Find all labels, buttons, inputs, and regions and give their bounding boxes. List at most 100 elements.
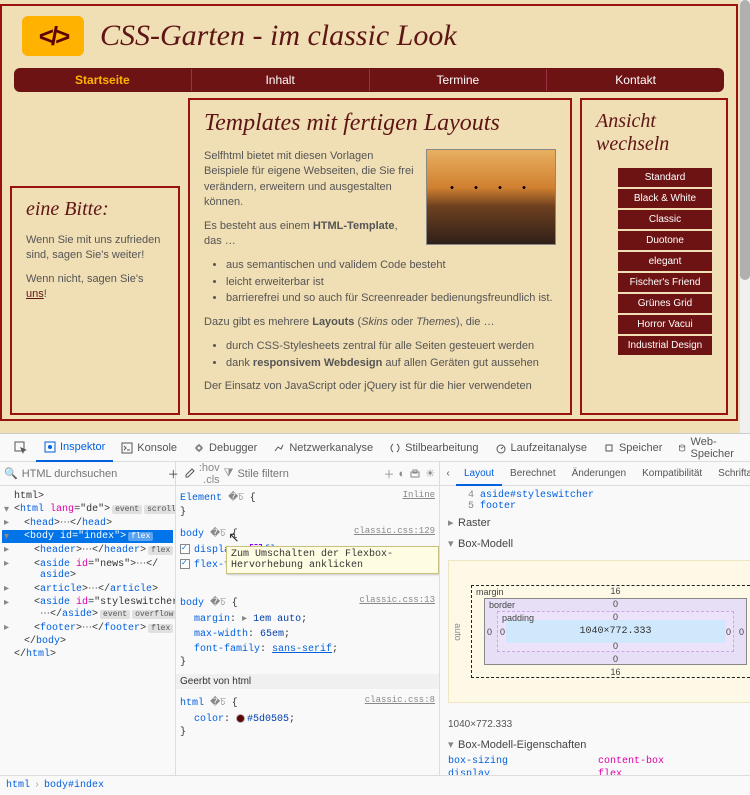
property-checkbox[interactable] — [180, 544, 190, 554]
contact-link[interactable]: uns — [26, 288, 44, 300]
tooltip: Zum Umschalten der Flexbox-Hervorhebung … — [226, 546, 439, 574]
main-nav: Startseite Inhalt Termine Kontakt — [14, 68, 724, 92]
dom-tree[interactable]: html>▾<html lang="de">eventscroll▸<head>… — [0, 486, 175, 775]
print-media-icon[interactable] — [409, 468, 421, 480]
nav-startseite[interactable]: Startseite — [14, 69, 192, 91]
tab-compat[interactable]: Kompatibilität — [634, 462, 710, 486]
theme-option[interactable]: Classic — [618, 210, 712, 229]
dom-node[interactable]: </body> — [2, 635, 173, 648]
css-selector[interactable]: body — [180, 529, 204, 540]
dom-node[interactable]: ▾<body id="index">flex — [2, 530, 173, 543]
theme-option[interactable]: elegant — [618, 252, 712, 271]
list-item[interactable]: 4aside#styleswitcher — [448, 490, 750, 501]
color-scheme-icon[interactable]: ☀ — [425, 467, 435, 480]
boxmodel-accordion[interactable]: ▾Box-Modell — [448, 533, 750, 554]
rule-source-link[interactable]: classic.css:129 — [354, 526, 435, 536]
css-selector[interactable]: html — [180, 698, 204, 709]
feature-list: aus semantischen und validem Code besteh… — [204, 257, 556, 307]
box-model-prop[interactable]: box-sizingcontent-box — [448, 755, 750, 768]
search-icon: 🔍 — [4, 467, 18, 480]
element-picker-icon[interactable] — [6, 434, 36, 462]
boxprops-accordion[interactable]: ▾Box-Modell-Eigenschaften — [448, 734, 750, 755]
filter-icon: ⧩ — [224, 467, 234, 480]
dom-node[interactable]: ▾<html lang="de">eventscroll — [2, 503, 173, 516]
logo-icon: </> — [22, 16, 84, 56]
css-property[interactable]: max-width: 65em; — [180, 627, 435, 642]
color-swatch-icon[interactable] — [236, 714, 245, 723]
aside-heading: Ansicht wechseln — [596, 110, 712, 156]
dom-node[interactable]: ▸<aside id="styleswitcher"> ⋯</aside>eve… — [2, 596, 173, 621]
site-header: </> CSS-Garten - im classic Look — [6, 10, 732, 68]
aside-styleswitcher: Ansicht wechseln Standard Black & White … — [580, 98, 728, 415]
theme-option[interactable]: Industrial Design — [618, 336, 712, 355]
tab-memory[interactable]: Speicher — [595, 434, 670, 462]
devtools-toolbar: Inspektor Konsole Debugger Netzwerkanaly… — [0, 434, 750, 462]
pseudo-toggle[interactable]: :hov .cls — [180, 462, 220, 486]
theme-option[interactable]: Black & White — [618, 189, 712, 208]
box-model-prop[interactable]: displayflex — [448, 768, 750, 775]
dom-search-input[interactable] — [22, 468, 164, 480]
tab-computed[interactable]: Berechnet — [502, 462, 564, 486]
site-title: CSS-Garten - im classic Look — [100, 19, 457, 53]
tab-storage[interactable]: Web-Speicher — [670, 434, 745, 462]
rules-filter-input[interactable] — [237, 468, 379, 480]
crumb[interactable]: body#index — [44, 780, 104, 791]
theme-option[interactable]: Standard — [618, 168, 712, 187]
tab-layout[interactable]: Layout — [456, 462, 502, 486]
aside-text: Wenn nicht, sagen Sie's uns! — [26, 272, 164, 303]
tab-style-editor[interactable]: Stilbearbeitung — [381, 434, 486, 462]
add-rule-icon[interactable]: ＋ — [383, 466, 394, 482]
theme-option[interactable]: Horror Vacui — [618, 315, 712, 334]
css-property[interactable]: color: #5d0505; — [180, 712, 435, 727]
tab-inspector[interactable]: Inspektor — [36, 434, 113, 462]
box-model-diagram[interactable]: auto auto margin 1616 border 0000 paddin… — [448, 560, 750, 703]
nav-termine[interactable]: Termine — [370, 69, 548, 91]
nav-kontakt[interactable]: Kontakt — [547, 69, 724, 91]
feature-list: durch CSS-Stylesheets zentral für alle S… — [204, 338, 556, 371]
dom-node[interactable]: ▸<article>⋯</article> — [2, 582, 173, 596]
css-selector[interactable]: body — [180, 598, 204, 609]
tab-debugger[interactable]: Debugger — [185, 434, 265, 462]
rule-source-link[interactable]: classic.css:8 — [365, 695, 435, 705]
dom-node[interactable]: ▸<footer>⋯</footer>flex — [2, 621, 173, 635]
scrollbar[interactable] — [740, 0, 750, 433]
overflow-icon[interactable]: » — [746, 434, 750, 462]
list-item[interactable]: 5footer› — [448, 501, 750, 512]
nav-inhalt[interactable]: Inhalt — [192, 69, 370, 91]
rules-panel: :hov .cls ⧩ ＋ ◐ ☀ InlineElement �চ {} cl… — [176, 462, 440, 775]
dom-node[interactable]: ▸<header>⋯</header>flex — [2, 543, 173, 557]
rule-source-link[interactable]: classic.css:13 — [359, 595, 435, 605]
property-checkbox[interactable] — [180, 559, 190, 569]
devtools: Inspektor Konsole Debugger Netzwerkanaly… — [0, 433, 750, 795]
layout-panel: ‹ Layout Berechnet Änderungen Kompatibil… — [440, 462, 750, 775]
dom-node[interactable]: </html> — [2, 648, 173, 661]
css-property[interactable]: margin: ▸ 1em auto; — [180, 612, 435, 627]
aside-news: eine Bitte: Wenn Sie mit uns zufrieden s… — [10, 186, 180, 415]
dom-node[interactable]: ▸<aside id="news">⋯</ aside> — [2, 557, 173, 582]
css-property[interactable]: font-family: sans-serif; — [180, 642, 435, 657]
raster-accordion[interactable]: ▸Raster — [448, 512, 750, 533]
tab-network[interactable]: Netzwerkanalyse — [265, 434, 381, 462]
breadcrumbs: html › body#index — [0, 775, 750, 795]
tab-performance[interactable]: Laufzeitanalyse — [487, 434, 595, 462]
tab-console[interactable]: Konsole — [113, 434, 185, 462]
dom-node[interactable]: html> — [2, 490, 173, 503]
main-article: Templates mit fertigen Layouts Selfhtml … — [188, 98, 572, 415]
theme-option[interactable]: Duotone — [618, 231, 712, 250]
inherited-header: Geerbt von html — [176, 674, 439, 689]
paragraph: Der Einsatz von JavaScript oder jQuery i… — [204, 379, 556, 394]
crumb[interactable]: html — [6, 780, 30, 791]
aside-text: Wenn Sie mit uns zufrieden sind, sagen S… — [26, 233, 164, 264]
tab-fonts[interactable]: Schriftarter — [710, 462, 750, 486]
inline-source: Inline — [403, 490, 435, 500]
aside-heading: eine Bitte: — [26, 198, 164, 221]
theme-option[interactable]: Fischer's Friend — [618, 273, 712, 292]
contrast-icon[interactable]: ◐ — [398, 468, 405, 480]
dimensions-row: 1040×772.333static — [448, 715, 750, 734]
scroll-left-icon[interactable]: ‹ — [440, 462, 456, 486]
dom-node[interactable]: ▸<head>⋯</head> — [2, 516, 173, 530]
tab-changes[interactable]: Änderungen — [564, 462, 635, 486]
theme-option[interactable]: Grünes Grid — [618, 294, 712, 313]
hero-image — [426, 149, 556, 245]
element-selector[interactable]: Element — [180, 493, 222, 504]
